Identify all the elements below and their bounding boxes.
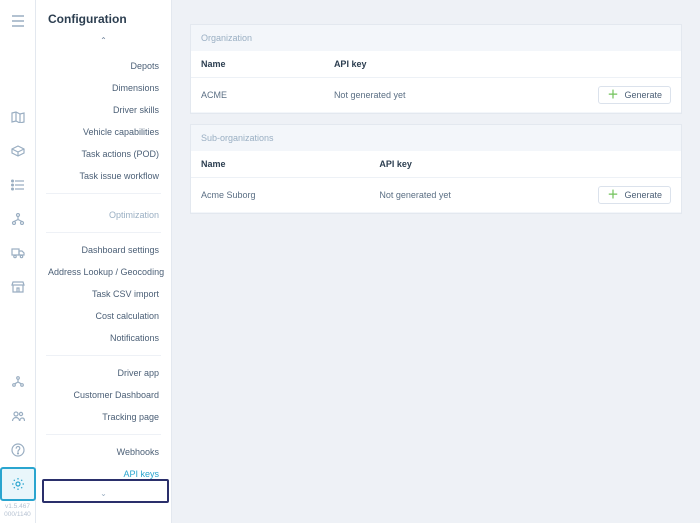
suborg-name: Acme Suborg: [191, 178, 369, 213]
version-text: v1.5.467 000/1140: [4, 501, 31, 519]
col-key: API key: [324, 51, 589, 78]
page-title: Configuration: [36, 0, 171, 32]
org-name: ACME: [191, 78, 324, 113]
generate-label: Generate: [624, 190, 662, 200]
sidebar-header-optimization: Optimization: [36, 200, 171, 226]
suborganizations-header: Sub-organizations: [191, 125, 681, 151]
generate-button[interactable]: ＋ Generate: [598, 86, 671, 104]
sidebar-item-depots[interactable]: Depots: [36, 55, 171, 77]
help-icon[interactable]: [0, 433, 36, 467]
sidebar-item-api-keys[interactable]: API keys: [36, 463, 171, 485]
organization-header: Organization: [191, 25, 681, 51]
organization-panel: Organization Name API key ACME Not gener…: [190, 24, 682, 114]
suborganizations-panel: Sub-organizations Name API key Acme Subo…: [190, 124, 682, 214]
sidebar-item-task-actions[interactable]: Task actions (POD): [36, 143, 171, 165]
sidebar-item-tracking-page[interactable]: Tracking page: [36, 406, 171, 428]
col-name: Name: [191, 51, 324, 78]
gear-icon[interactable]: [0, 467, 36, 501]
store-icon[interactable]: [0, 270, 36, 304]
chevron-down-icon[interactable]: ⌄: [36, 485, 171, 502]
config-sidebar: Configuration ⌃ Depots Dimensions Driver…: [36, 0, 172, 523]
list-icon[interactable]: [0, 168, 36, 202]
org-icon[interactable]: [0, 365, 36, 399]
sidebar-item-cost-calculation[interactable]: Cost calculation: [36, 305, 171, 327]
generate-label: Generate: [624, 90, 662, 100]
sidebar-item-task-csv-import[interactable]: Task CSV import: [36, 283, 171, 305]
users-icon[interactable]: [0, 399, 36, 433]
table-row: Acme Suborg Not generated yet ＋ Generate: [191, 178, 681, 213]
sidebar-item-notifications[interactable]: Notifications: [36, 327, 171, 349]
table-row: ACME Not generated yet ＋ Generate: [191, 78, 681, 113]
col-name: Name: [191, 151, 369, 178]
sidebar-item-vehicle-capabilities[interactable]: Vehicle capabilities: [36, 121, 171, 143]
sidebar-item-webhooks[interactable]: Webhooks: [36, 441, 171, 463]
sidebar-item-task-issue-workflow[interactable]: Task issue workflow: [36, 165, 171, 187]
sidebar-item-driver-skills[interactable]: Driver skills: [36, 99, 171, 121]
org-key: Not generated yet: [324, 78, 589, 113]
suborganizations-table: Name API key Acme Suborg Not generated y…: [191, 151, 681, 213]
package-icon[interactable]: [0, 134, 36, 168]
map-icon[interactable]: [0, 100, 36, 134]
truck-icon[interactable]: [0, 236, 36, 270]
sidebar-item-dimensions[interactable]: Dimensions: [36, 77, 171, 99]
col-key: API key: [369, 151, 588, 178]
generate-button[interactable]: ＋ Generate: [598, 186, 671, 204]
sidebar-item-customer-dashboard[interactable]: Customer Dashboard: [36, 384, 171, 406]
sidebar-item-address-lookup[interactable]: Address Lookup / Geocoding: [36, 261, 171, 283]
suborg-key: Not generated yet: [369, 178, 588, 213]
organization-table: Name API key ACME Not generated yet ＋ Ge…: [191, 51, 681, 113]
sidebar-item-dashboard-settings[interactable]: Dashboard settings: [36, 239, 171, 261]
main-content: Organization Name API key ACME Not gener…: [172, 0, 700, 523]
nav-rail: v1.5.467 000/1140: [0, 0, 36, 523]
hamburger-icon[interactable]: [0, 4, 36, 38]
hierarchy-icon[interactable]: [0, 202, 36, 236]
sidebar-item-driver-app[interactable]: Driver app: [36, 362, 171, 384]
chevron-up-icon[interactable]: ⌃: [36, 32, 171, 55]
